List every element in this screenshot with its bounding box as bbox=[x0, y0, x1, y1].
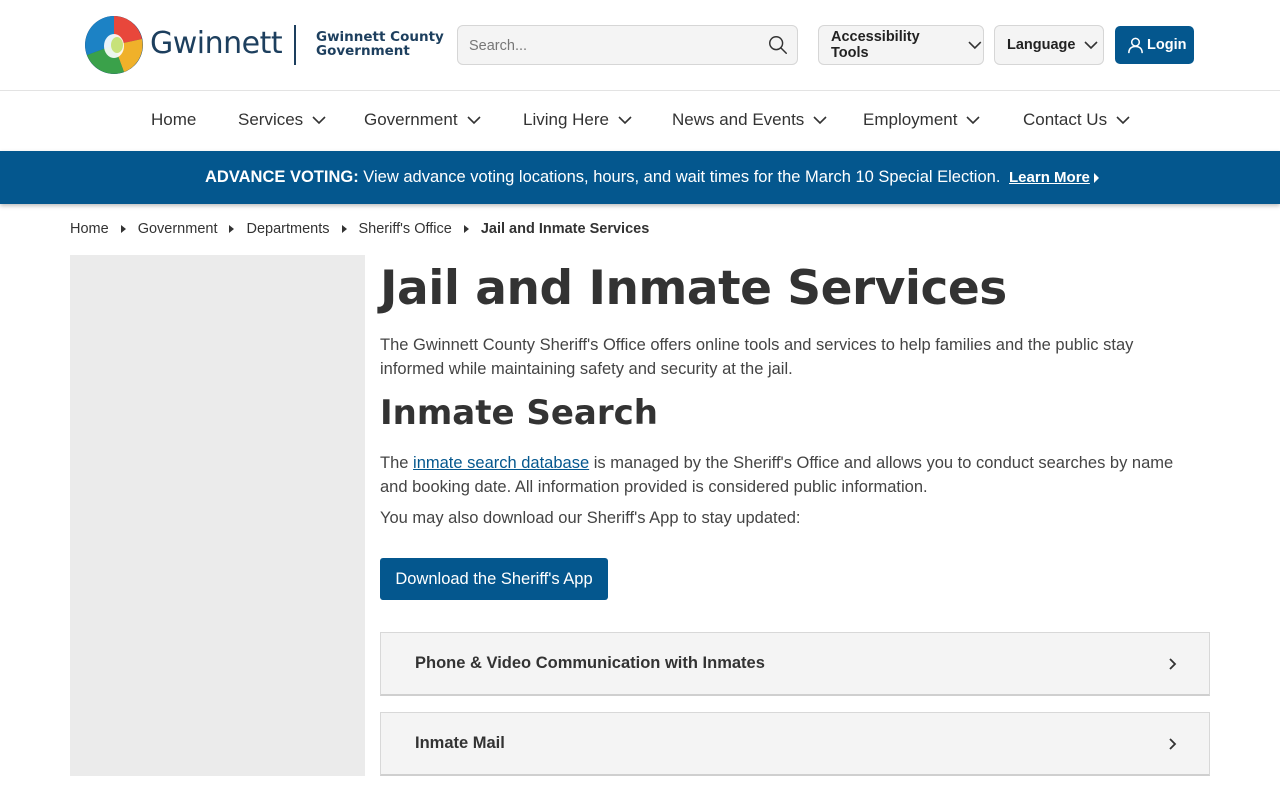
nav-item-label: Government bbox=[364, 110, 458, 129]
chevron-down-icon bbox=[968, 41, 982, 50]
chevron-down-icon bbox=[618, 116, 632, 125]
learn-more-link[interactable]: Learn More bbox=[1009, 169, 1090, 186]
caret-right-icon bbox=[229, 225, 235, 233]
breadcrumb: Home Government Departments Sheriff's Of… bbox=[70, 221, 649, 237]
site-header: Gwinnett Gwinnett County Government Acce… bbox=[0, 0, 1280, 91]
chevron-right-icon bbox=[1169, 658, 1177, 670]
download-sheriffs-app-button[interactable]: Download the Sheriff's App bbox=[380, 558, 608, 600]
accordion-inmate-mail[interactable]: Inmate Mail bbox=[380, 712, 1210, 776]
logo-subtitle: Gwinnett County Government bbox=[316, 30, 444, 58]
app-paragraph: You may also download our Sheriff's App … bbox=[380, 509, 801, 527]
nav-item-news-and-events[interactable]: News and Events bbox=[672, 110, 828, 130]
chevron-down-icon bbox=[966, 116, 981, 125]
accessibility-tools-button[interactable]: Accessibility Tools bbox=[818, 25, 984, 65]
inmate-search-database-link[interactable]: inmate search database bbox=[413, 454, 589, 472]
breadcrumb-current: Jail and Inmate Services bbox=[480, 221, 650, 237]
gwinnett-logo-icon[interactable] bbox=[84, 15, 144, 75]
sidebar-panel bbox=[70, 255, 365, 776]
chevron-down-icon bbox=[1116, 116, 1130, 125]
nav-item-label: Services bbox=[238, 110, 304, 129]
language-button[interactable]: Language bbox=[994, 25, 1104, 65]
accordion-phone-video[interactable]: Phone & Video Communication with Inmates bbox=[380, 632, 1210, 696]
language-label: Language bbox=[1007, 37, 1076, 53]
caret-right-icon bbox=[120, 225, 126, 233]
breadcrumb-sheriffs-office[interactable]: Sheriff's Office bbox=[359, 221, 452, 237]
search-icon[interactable] bbox=[767, 34, 789, 56]
chevron-down-icon bbox=[466, 116, 481, 125]
breadcrumb-departments[interactable]: Departments bbox=[246, 221, 329, 237]
accordion-label: Phone & Video Communication with Inmates bbox=[415, 654, 765, 672]
nav-item-contact-us[interactable]: Contact Us bbox=[1023, 110, 1131, 130]
caret-right-icon bbox=[341, 225, 347, 233]
nav-item-living-here[interactable]: Living Here bbox=[523, 110, 633, 130]
breadcrumb-home[interactable]: Home bbox=[70, 221, 109, 237]
login-button[interactable]: Login bbox=[1115, 26, 1194, 64]
nav-item-label: Contact Us bbox=[1023, 110, 1108, 129]
nav-item-label: News and Events bbox=[672, 110, 805, 129]
logo-wordmark[interactable]: Gwinnett bbox=[150, 26, 283, 61]
nav-item-label: Home bbox=[151, 110, 197, 129]
caret-right-icon bbox=[1093, 172, 1099, 183]
login-label: Login bbox=[1147, 37, 1187, 53]
nav-item-services[interactable]: Services bbox=[238, 110, 327, 130]
section-title-inmate-search: Inmate Search bbox=[380, 393, 658, 433]
logo-subtitle-line1: Gwinnett County bbox=[316, 29, 444, 45]
nav-item-label: Employment bbox=[863, 110, 958, 129]
alert-message: ADVANCE VOTING: View advance voting loca… bbox=[205, 168, 1099, 187]
breadcrumb-government[interactable]: Government bbox=[138, 221, 218, 237]
caret-right-icon bbox=[463, 225, 469, 233]
chevron-down-icon bbox=[813, 116, 827, 125]
logo-divider bbox=[294, 25, 296, 65]
nav-item-label: Living Here bbox=[523, 110, 609, 129]
nav-item-home[interactable]: Home bbox=[151, 110, 196, 130]
logo-subtitle-line2: Government bbox=[316, 43, 410, 59]
para-text-before: The bbox=[380, 454, 414, 472]
accessibility-tools-label: Accessibility Tools bbox=[831, 29, 920, 61]
main-navigation: Home Services Government Living Here New… bbox=[0, 91, 1280, 151]
intro-paragraph: The Gwinnett County Sheriff's Office off… bbox=[380, 336, 1134, 378]
chevron-down-icon bbox=[312, 116, 326, 125]
search-box bbox=[457, 25, 798, 65]
nav-item-employment[interactable]: Employment bbox=[863, 110, 981, 130]
chevron-right-icon bbox=[1169, 738, 1177, 750]
chevron-down-icon bbox=[1084, 41, 1099, 50]
inmate-search-paragraph: The inmate search database is managed by… bbox=[380, 451, 1200, 499]
alert-heading: ADVANCE VOTING: bbox=[205, 168, 359, 186]
search-input[interactable] bbox=[469, 35, 759, 57]
accordion-label: Inmate Mail bbox=[415, 734, 505, 752]
user-icon bbox=[1128, 37, 1143, 53]
alert-banner: ADVANCE VOTING: View advance voting loca… bbox=[0, 151, 1280, 204]
nav-item-government[interactable]: Government bbox=[364, 110, 482, 130]
alert-text: View advance voting locations, hours, an… bbox=[358, 168, 1001, 186]
page-title: Jail and Inmate Services bbox=[380, 261, 1007, 316]
